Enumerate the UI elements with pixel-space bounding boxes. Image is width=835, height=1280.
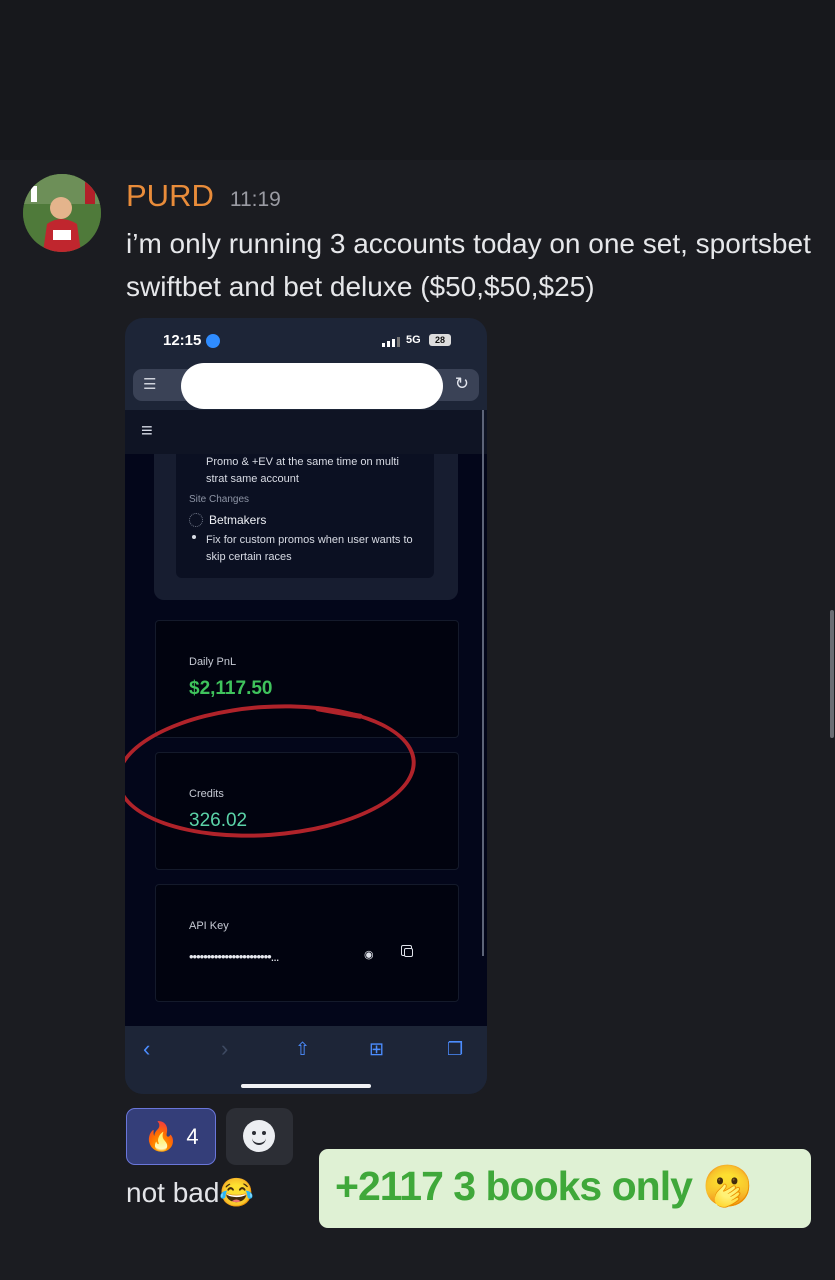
daily-pnl-label: Daily PnL (189, 656, 237, 668)
share-icon[interactable]: ⇧ (295, 1039, 310, 1060)
reaction-count: 4 (186, 1123, 199, 1149)
promo-text: Promo & +EV at the same time on multi st… (206, 456, 399, 485)
user-avatar[interactable] (23, 174, 101, 252)
copy-icon[interactable] (401, 945, 413, 957)
home-indicator (241, 1084, 371, 1088)
status-time: 12:15 (163, 332, 202, 349)
phone-status-bar: 12:15 5G 28 (125, 318, 487, 366)
add-reaction-button[interactable] (226, 1108, 293, 1165)
daily-pnl-value: $2,117.50 (189, 678, 273, 699)
changelog-card: Promo & +EV at the same time on multi st… (154, 454, 458, 600)
api-key-value: •••••••••••••••••••••••... (189, 949, 280, 964)
betmakers-label: Betmakers (209, 513, 267, 527)
message-header: PURD 11:19 (126, 178, 281, 218)
reload-icon[interactable]: ↻ (455, 374, 469, 394)
reaction-fire[interactable]: 🔥 4 (126, 1108, 216, 1165)
back-icon[interactable]: ‹ (143, 1036, 150, 1062)
username[interactable]: PURD (126, 178, 214, 214)
tabs-icon[interactable]: ❐ (447, 1039, 463, 1060)
changelog-inner: Promo & +EV at the same time on multi st… (176, 454, 434, 578)
network-type: 5G (406, 334, 421, 346)
web-content: ≡ Promo & +EV at the same time on multi … (125, 410, 487, 1026)
browser-url-bar[interactable]: ☰ ↻ (133, 363, 479, 409)
site-navbar: ≡ (125, 410, 487, 454)
bookmarks-icon[interactable]: ⊞ (369, 1039, 384, 1060)
location-icon (206, 334, 220, 348)
battery-icon: 28 (429, 334, 451, 346)
top-background (0, 0, 835, 160)
page-scrollbar[interactable] (830, 610, 834, 738)
api-key-card: API Key •••••••••••••••••••••••... ◉ (155, 884, 459, 1002)
credits-card: Credits 326.02 (155, 752, 459, 870)
forward-icon[interactable]: › (221, 1036, 228, 1062)
credits-label: Credits (189, 788, 224, 800)
smiley-icon (243, 1120, 275, 1152)
caption-overlay: +2117 3 books only 🫢 (319, 1149, 811, 1228)
page-settings-icon[interactable]: ☰ (143, 375, 156, 393)
api-key-label: API Key (189, 920, 229, 932)
hamburger-menu-icon[interactable]: ≡ (141, 420, 153, 443)
followup-message-text: not bad😂 (126, 1177, 255, 1208)
fix-text: Fix for custom promos when user wants to… (206, 534, 413, 563)
phone-screenshot-attachment[interactable]: 12:15 5G 28 ☰ ↻ ≡ Promo & +EV at the sam… (125, 318, 487, 1094)
credits-value: 326.02 (189, 810, 248, 831)
eye-icon[interactable]: ◉ (364, 948, 374, 961)
betmakers-icon (189, 513, 203, 527)
site-changes-heading: Site Changes (189, 494, 250, 505)
caption-text: +2117 3 books only 🫢 (335, 1163, 753, 1209)
daily-pnl-card: Daily PnL $2,117.50 (155, 620, 459, 738)
signal-icon (382, 336, 400, 347)
webview-scrollbar[interactable] (482, 410, 484, 956)
message-timestamp: 11:19 (229, 188, 281, 211)
fire-emoji-icon: 🔥 (143, 1121, 179, 1152)
message-text: i’m only running 3 accounts today on one… (126, 228, 811, 302)
browser-toolbar: ‹ › ⇧ ⊞ ❐ (125, 1026, 487, 1094)
redacted-url (181, 363, 443, 409)
bullet-icon (192, 535, 196, 539)
